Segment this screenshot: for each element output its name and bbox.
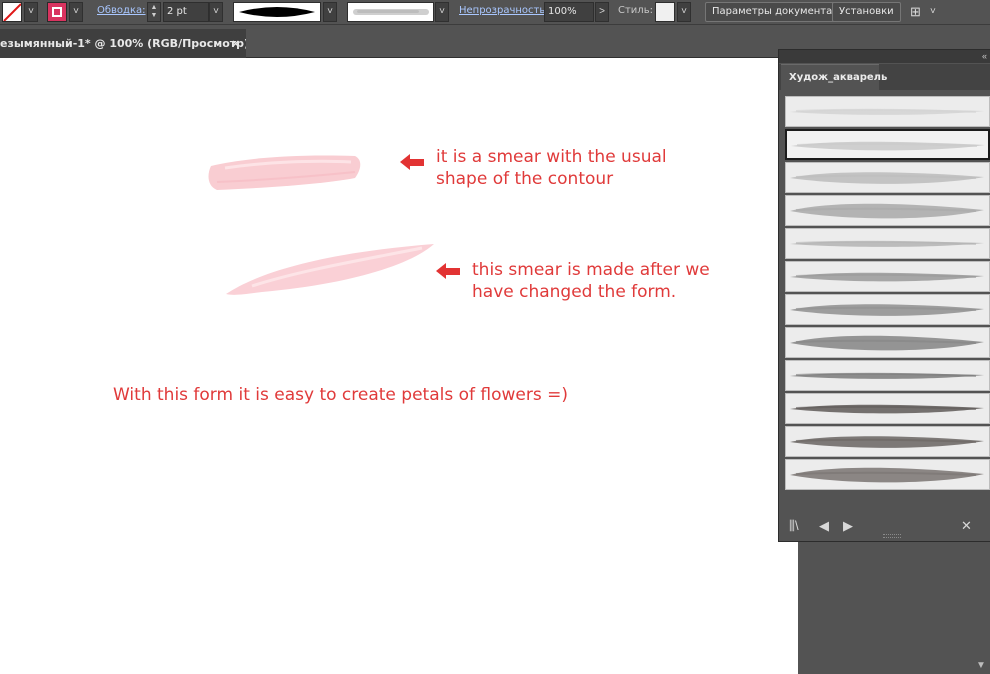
stroke-color-dropdown-button[interactable]: ˅ bbox=[69, 2, 83, 22]
brush-swatch[interactable] bbox=[785, 228, 990, 259]
tab-watercolor-brushes[interactable]: Худож_акварель bbox=[781, 64, 887, 90]
brush-list bbox=[785, 96, 990, 492]
chevron-down-icon: ˅ bbox=[73, 6, 79, 17]
brush-swatch[interactable] bbox=[785, 327, 990, 358]
preferences-button[interactable]: Установки bbox=[832, 2, 901, 22]
chevron-down-icon: ▼ bbox=[150, 12, 158, 19]
watercolor-brush-stroke-icon bbox=[790, 108, 984, 115]
chevron-down-icon: ˅ bbox=[213, 6, 219, 17]
fill-swatch[interactable] bbox=[2, 2, 22, 22]
opacity-label[interactable]: Непрозрачность: bbox=[459, 5, 549, 16]
opacity-expand-button[interactable]: > bbox=[595, 2, 609, 22]
watercolor-brush-stroke-icon bbox=[790, 404, 984, 414]
chevron-down-icon[interactable]: ˅ bbox=[930, 2, 936, 22]
stroke-weight-stepper[interactable]: ▲ ▼ bbox=[147, 2, 161, 22]
watercolor-brush-preview-icon bbox=[352, 9, 429, 15]
watercolor-brush-stroke-icon bbox=[790, 203, 984, 219]
watercolor-brush-stroke-icon bbox=[790, 240, 984, 247]
chevron-down-icon: ˅ bbox=[681, 6, 687, 17]
none-fill-swatch-icon bbox=[3, 3, 21, 21]
brush-library-menu-icon[interactable]: ⫼\ bbox=[789, 518, 799, 534]
annotation-2-line-1: this smear is made after we bbox=[472, 260, 710, 280]
variable-width-profile[interactable] bbox=[233, 2, 321, 22]
stroke-swatch-icon bbox=[52, 7, 62, 17]
brush-dropdown-button[interactable]: ˅ bbox=[435, 2, 449, 22]
artboard-canvas[interactable]: it is a smear with the usual shape of th… bbox=[0, 58, 798, 674]
chevron-down-icon: ˅ bbox=[439, 6, 445, 17]
brush-swatch[interactable] bbox=[785, 459, 990, 490]
watercolor-brush-stroke-icon bbox=[790, 272, 984, 282]
brush-swatch[interactable] bbox=[785, 96, 990, 127]
watercolor-smear-usual[interactable] bbox=[205, 150, 365, 200]
annotation-1-line-1: it is a smear with the usual bbox=[436, 147, 667, 167]
document-tab-title: езымянный-1* @ 100% (RGB/Просмотр) bbox=[0, 37, 246, 50]
brush-swatch[interactable] bbox=[785, 261, 990, 292]
width-profile-icon bbox=[239, 7, 315, 17]
watercolor-brush-stroke-icon bbox=[790, 304, 984, 316]
watercolor-brush-stroke-icon bbox=[791, 141, 985, 151]
remove-brush-stroke-icon[interactable]: ✕ bbox=[961, 518, 972, 534]
panel-resize-grip[interactable] bbox=[883, 534, 901, 538]
style-dropdown-button[interactable]: ˅ bbox=[677, 2, 691, 22]
annotation-1-line-2: shape of the contour bbox=[436, 169, 614, 189]
watercolor-brush-stroke-icon bbox=[790, 436, 984, 448]
stroke-weight-dropdown-button[interactable]: ˅ bbox=[209, 2, 223, 22]
brush-library-panel: « Худож_акварель ⫼\ ◀ ▶ ✕ bbox=[778, 49, 990, 542]
graphic-style-swatch[interactable] bbox=[655, 2, 675, 22]
document-setup-button[interactable]: Параметры документа bbox=[705, 2, 840, 22]
watercolor-brush-stroke-icon bbox=[790, 372, 984, 379]
chevron-right-icon: > bbox=[599, 6, 605, 17]
stroke-weight-field[interactable]: 2 pt bbox=[163, 2, 209, 22]
brush-swatch[interactable] bbox=[785, 162, 990, 193]
arrange-documents-icon[interactable]: ⊞ bbox=[910, 2, 921, 22]
chevron-down-icon[interactable]: ▼ bbox=[976, 660, 986, 671]
opacity-field[interactable]: 100% bbox=[544, 2, 594, 22]
brush-swatch[interactable] bbox=[785, 129, 990, 160]
collapse-panel-icon[interactable]: « bbox=[982, 50, 987, 63]
annotation-3: With this form it is easy to create peta… bbox=[113, 385, 568, 405]
brush-swatch[interactable] bbox=[785, 360, 990, 391]
stroke-label[interactable]: Обводка: bbox=[97, 5, 146, 16]
chevron-down-icon: ˅ bbox=[28, 6, 34, 17]
style-label: Стиль: bbox=[618, 5, 653, 16]
arrow-left-icon bbox=[436, 263, 460, 279]
panel-title-bar[interactable]: « bbox=[779, 50, 990, 63]
arrow-left-icon bbox=[400, 154, 424, 170]
watercolor-smear-changed[interactable] bbox=[222, 240, 440, 300]
document-tab[interactable]: езымянный-1* @ 100% (RGB/Просмотр) × bbox=[0, 29, 246, 58]
brush-swatch[interactable] bbox=[785, 195, 990, 226]
fill-dropdown-button[interactable]: ˅ bbox=[24, 2, 38, 22]
next-library-icon[interactable]: ▶ bbox=[843, 518, 853, 534]
brush-swatch[interactable] bbox=[785, 393, 990, 424]
brush-swatch[interactable] bbox=[785, 426, 990, 457]
control-bar: ˅ ˅ Обводка: ▲ ▼ 2 pt ˅ ˅ ˅ Непрозрачнос… bbox=[0, 0, 990, 25]
previous-library-icon[interactable]: ◀ bbox=[819, 518, 829, 534]
chevron-down-icon: ˅ bbox=[327, 6, 333, 17]
chevron-up-icon: ▲ bbox=[150, 4, 158, 11]
profile-dropdown-button[interactable]: ˅ bbox=[323, 2, 337, 22]
brush-swatch[interactable] bbox=[785, 294, 990, 325]
brush-definition[interactable] bbox=[347, 2, 434, 22]
watercolor-brush-stroke-icon bbox=[790, 335, 984, 351]
close-icon[interactable]: × bbox=[231, 29, 240, 58]
watercolor-brush-stroke-icon bbox=[790, 467, 984, 483]
annotation-2-line-2: have changed the form. bbox=[472, 282, 677, 302]
watercolor-brush-stroke-icon bbox=[790, 172, 984, 184]
stroke-swatch[interactable] bbox=[47, 2, 67, 22]
